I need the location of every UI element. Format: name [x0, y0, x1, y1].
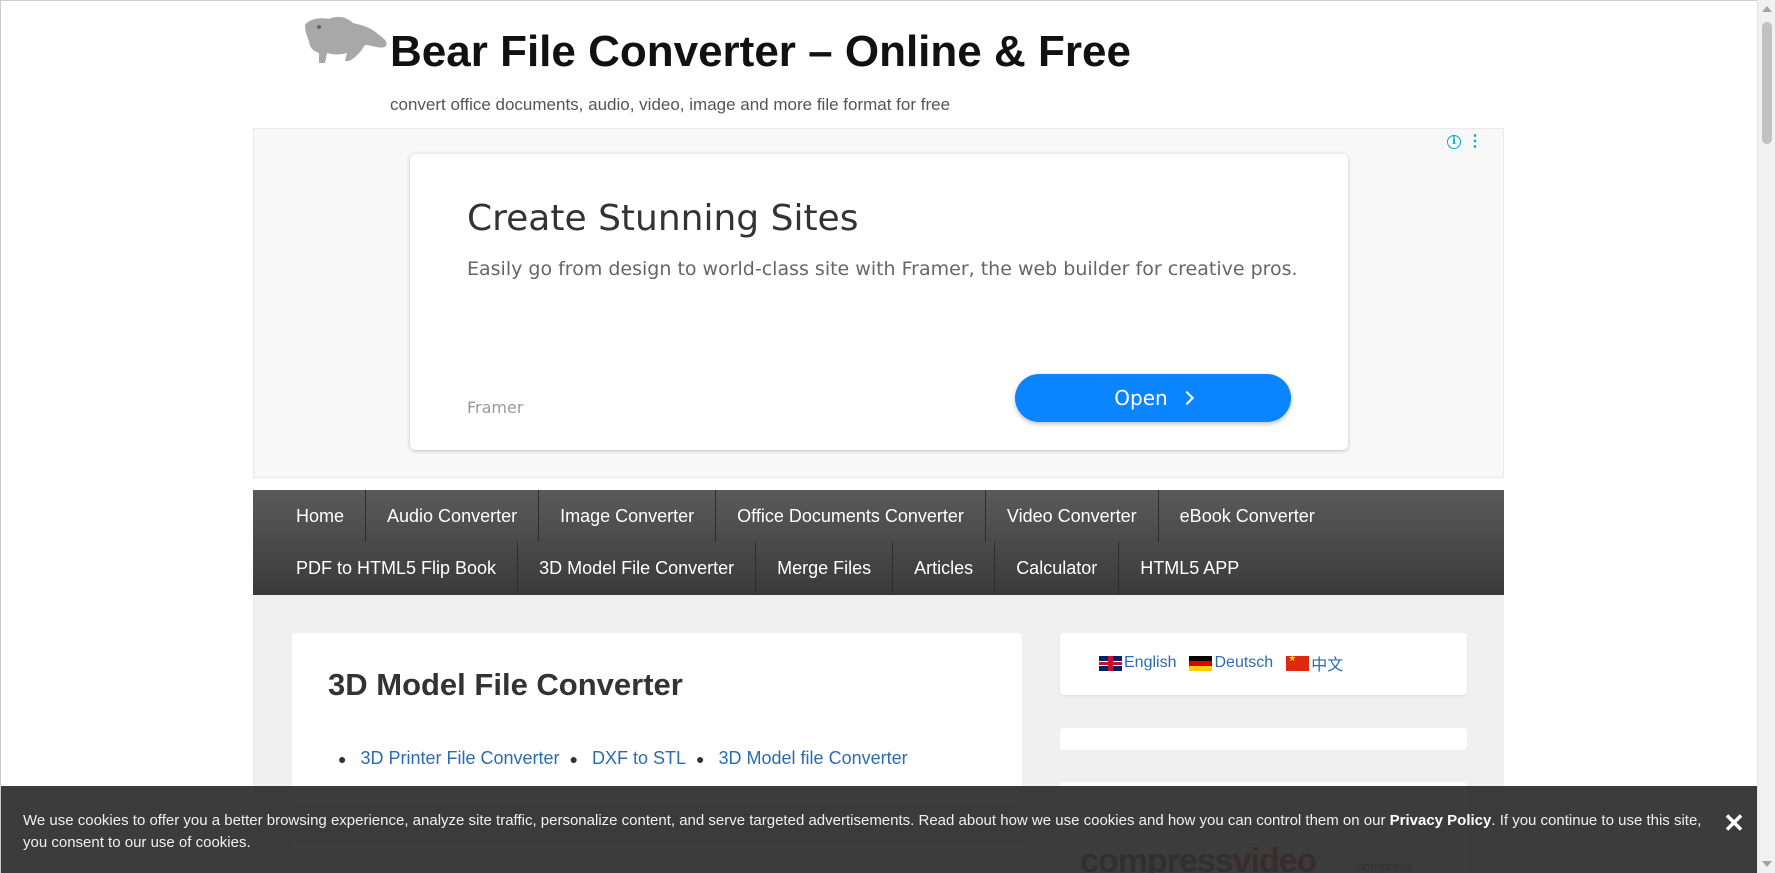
nav-row-1: Home Audio Converter Image Converter Off…: [275, 490, 1504, 542]
nav-image-converter[interactable]: Image Converter: [539, 490, 717, 542]
nav-pdf-flipbook[interactable]: PDF to HTML5 Flip Book: [275, 542, 519, 594]
link-3d-model-file-converter[interactable]: 3D Model file Converter: [719, 748, 908, 769]
nav-articles[interactable]: Articles: [893, 542, 996, 594]
cookie-banner: We use cookies to offer you a better bro…: [1, 786, 1758, 873]
nav-calculator[interactable]: Calculator: [995, 542, 1120, 594]
ad-open-button[interactable]: Open: [1015, 374, 1291, 422]
nav-home[interactable]: Home: [275, 490, 367, 542]
scroll-down-arrow-icon[interactable]: [1762, 861, 1772, 867]
link-dxf-to-stl[interactable]: DXF to STL: [592, 748, 686, 769]
ad-card[interactable]: Create Stunning Sites Easily go from des…: [410, 154, 1348, 450]
nav-video-converter[interactable]: Video Converter: [986, 490, 1159, 542]
nav-row-2: PDF to HTML5 Flip Book 3D Model File Con…: [275, 542, 1504, 594]
cookie-text-part-1: We use cookies to offer you a better bro…: [23, 812, 1390, 829]
language-list: English Deutsch 中文: [1099, 651, 1343, 675]
scrollbar-thumb[interactable]: [1762, 22, 1772, 144]
main-navigation: Home Audio Converter Image Converter Off…: [253, 490, 1504, 595]
ad-choices[interactable]: i ⋮: [1447, 134, 1483, 150]
germany-flag-icon: [1189, 655, 1213, 671]
list-item: ● DXF to STL: [560, 748, 687, 769]
lang-english[interactable]: English: [1099, 651, 1176, 675]
site-title[interactable]: Bear File Converter – Online & Free: [390, 27, 1131, 77]
site-tagline: convert office documents, audio, video, …: [390, 95, 951, 114]
nav-html5-app[interactable]: HTML5 APP: [1119, 542, 1260, 594]
ad-headline[interactable]: Create Stunning Sites: [467, 198, 858, 239]
info-icon[interactable]: i: [1447, 135, 1461, 149]
more-options-icon[interactable]: ⋮: [1467, 134, 1483, 150]
advertisement: i ⋮ Create Stunning Sites Easily go from…: [253, 128, 1504, 478]
nav-merge-files[interactable]: Merge Files: [756, 542, 894, 594]
bullet: ●: [338, 750, 347, 767]
scroll-up-arrow-icon[interactable]: [1762, 6, 1772, 12]
main-content-card: 3D Model File Converter ● 3D Printer File…: [292, 633, 1022, 803]
lang-label: English: [1124, 654, 1177, 671]
vertical-scrollbar[interactable]: [1757, 0, 1775, 873]
site-header: Bear File Converter – Online & Free conv…: [253, 1, 1503, 126]
close-icon[interactable]: ✕: [1723, 810, 1745, 836]
china-flag-icon: [1286, 655, 1310, 671]
uk-flag-icon: [1099, 655, 1122, 671]
lang-label: Deutsch: [1214, 654, 1274, 671]
lang-chinese[interactable]: 中文: [1286, 651, 1343, 675]
ad-brand: Framer: [467, 398, 524, 417]
bullet: ●: [569, 750, 579, 767]
chevron-right-icon: [1179, 390, 1194, 406]
lang-deutsch[interactable]: Deutsch: [1189, 651, 1273, 675]
lang-label: 中文: [1311, 657, 1344, 674]
list-item: ● 3D Printer File Converter: [328, 748, 560, 769]
nav-office-documents-converter[interactable]: Office Documents Converter: [716, 490, 986, 542]
nav-ebook-converter[interactable]: eBook Converter: [1159, 490, 1336, 542]
list-item: ● 3D Model file Converter: [686, 748, 908, 769]
nav-3d-model-converter[interactable]: 3D Model File Converter: [518, 542, 757, 594]
browser-viewport: Bear File Converter – Online & Free conv…: [0, 0, 1758, 873]
ad-open-label: Open: [1114, 386, 1168, 410]
privacy-policy-link[interactable]: Privacy Policy: [1390, 812, 1492, 829]
converter-links: ● 3D Printer File Converter ● DXF to STL ●…: [328, 748, 908, 769]
sidebar-widget: [1060, 728, 1467, 750]
page-title: 3D Model File Converter: [328, 667, 683, 702]
language-selector: English Deutsch 中文: [1060, 633, 1467, 695]
cookie-message: We use cookies to offer you a better bro…: [23, 810, 1713, 854]
bear-logo-icon[interactable]: [301, 13, 391, 68]
ad-description: Easily go from design to world-class sit…: [467, 258, 1298, 280]
link-3d-printer-converter[interactable]: 3D Printer File Converter: [360, 748, 559, 769]
nav-audio-converter[interactable]: Audio Converter: [366, 490, 540, 542]
bullet: ●: [696, 750, 705, 767]
